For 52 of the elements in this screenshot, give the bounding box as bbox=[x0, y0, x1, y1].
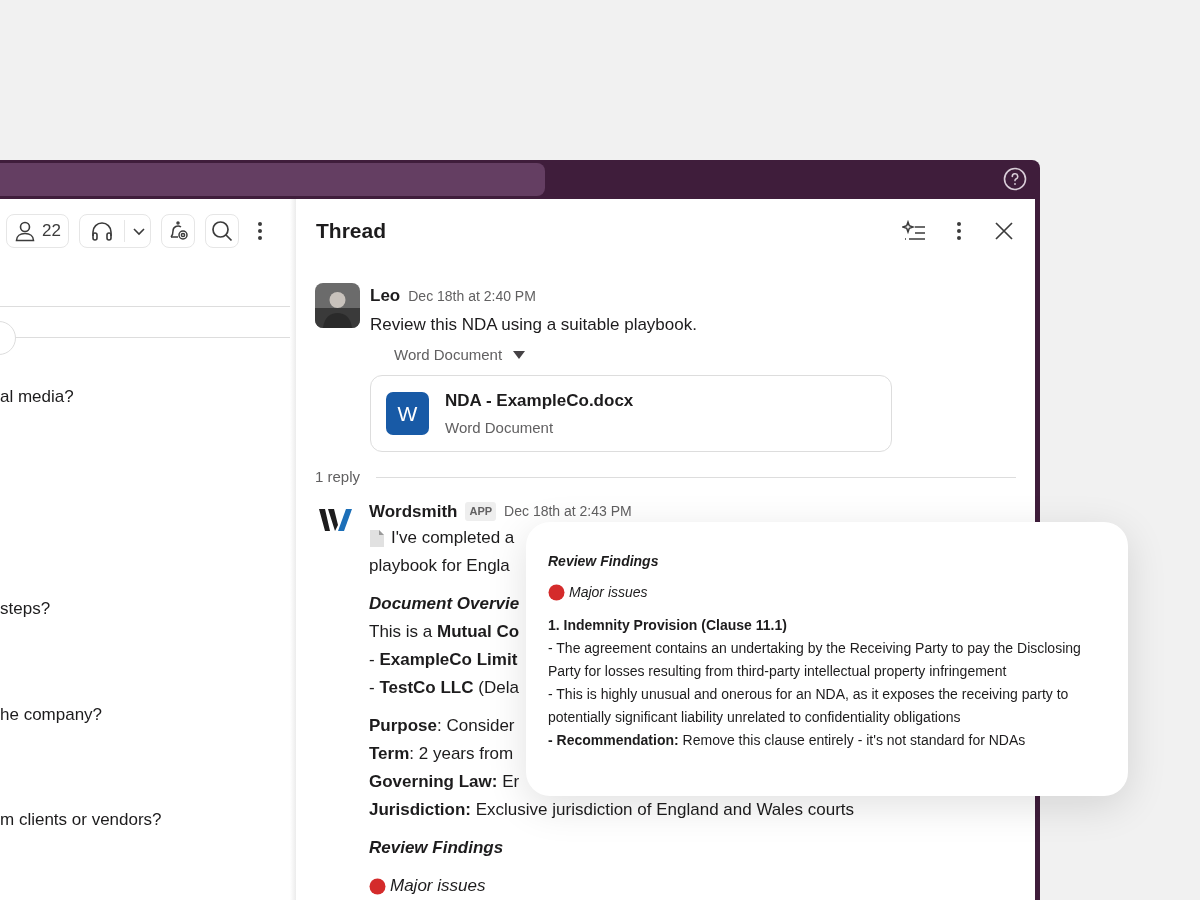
person-icon bbox=[14, 219, 36, 242]
finding-title: 1. Indemnity Provision (Clause 11.1) bbox=[548, 616, 788, 635]
huddle-button[interactable] bbox=[78, 213, 151, 248]
more-icon[interactable] bbox=[956, 219, 962, 242]
message-text: Purpose: Consider bbox=[369, 715, 515, 737]
author-name[interactable]: Leo bbox=[370, 282, 401, 308]
message-text: - ExampleCo Limit bbox=[369, 649, 518, 671]
chevron-down-icon bbox=[131, 225, 146, 236]
thread-title: Thread bbox=[316, 217, 386, 244]
section-heading: Document Overvie bbox=[369, 593, 520, 615]
sparkle-list-icon[interactable] bbox=[902, 219, 926, 242]
file-name: NDA - ExampleCo.docx bbox=[445, 389, 634, 412]
message-text: Review this NDA using a suitable playbook. bbox=[370, 314, 698, 336]
message-text: steps? bbox=[0, 597, 51, 620]
message-text: Governing Law: Er bbox=[369, 771, 520, 793]
author-name[interactable]: Wordsmith bbox=[369, 498, 458, 524]
member-count: 22 bbox=[42, 219, 61, 242]
app-badge: APP bbox=[465, 502, 497, 521]
message-text: Jurisdiction: Exclusive jurisdiction of England and Wales courts bbox=[369, 799, 854, 821]
reply-count: 1 reply bbox=[315, 467, 361, 487]
file-type: Word Document bbox=[445, 418, 555, 438]
message-text: al media? bbox=[0, 385, 74, 408]
message-text: - The agreement contains an undertaking by the Receiving Party to pay the Disclosing Party for losses resulting from third-party intellectual property infringement bbox=[548, 639, 1082, 681]
logo-icon bbox=[319, 506, 353, 533]
timestamp[interactable]: Dec 18th at 2:40 PM bbox=[408, 285, 536, 307]
headphones-icon bbox=[89, 219, 114, 242]
attachment-label[interactable]: Word Document bbox=[394, 343, 503, 366]
notification-button[interactable] bbox=[160, 213, 195, 248]
timestamp[interactable]: Dec 18th at 2:43 PM bbox=[504, 500, 632, 522]
message-text: - This is highly unusual and onerous for an NDA, as it exposes the receiving party to potentially significant liability unrelated to confidentiality obligations bbox=[548, 685, 1070, 727]
word-file-icon: W bbox=[386, 392, 429, 435]
message-text: I've completed a bbox=[391, 527, 515, 549]
file-card[interactable]: W NDA - ExampleCo.docx Word Document bbox=[370, 375, 892, 452]
section-heading: Review Findings bbox=[369, 837, 504, 859]
search-icon bbox=[210, 219, 233, 242]
message-text: he company? bbox=[0, 703, 103, 726]
message-text: Term: 2 years from bbox=[369, 743, 514, 765]
members-button[interactable]: 22 bbox=[6, 213, 69, 248]
caret-icon[interactable] bbox=[512, 349, 527, 360]
message-text: playbook for Engla bbox=[369, 555, 510, 577]
message-text: - Recommendation: Remove this clause entirely - it's not standard for NDAs bbox=[548, 731, 1027, 750]
help-icon[interactable] bbox=[1003, 167, 1027, 192]
document-icon bbox=[369, 528, 385, 548]
message-text: This is a Mutual Co bbox=[369, 621, 520, 643]
more-icon[interactable] bbox=[256, 219, 263, 242]
section-heading: Review Findings bbox=[548, 552, 660, 571]
message-text: - TestCo LLC (Dela bbox=[369, 677, 519, 699]
message-text: m clients or vendors? bbox=[0, 808, 162, 831]
close-icon[interactable] bbox=[995, 221, 1013, 240]
status-text: Major issues bbox=[569, 583, 648, 602]
search-button[interactable] bbox=[204, 213, 239, 248]
status-text: Major issues bbox=[390, 875, 486, 897]
